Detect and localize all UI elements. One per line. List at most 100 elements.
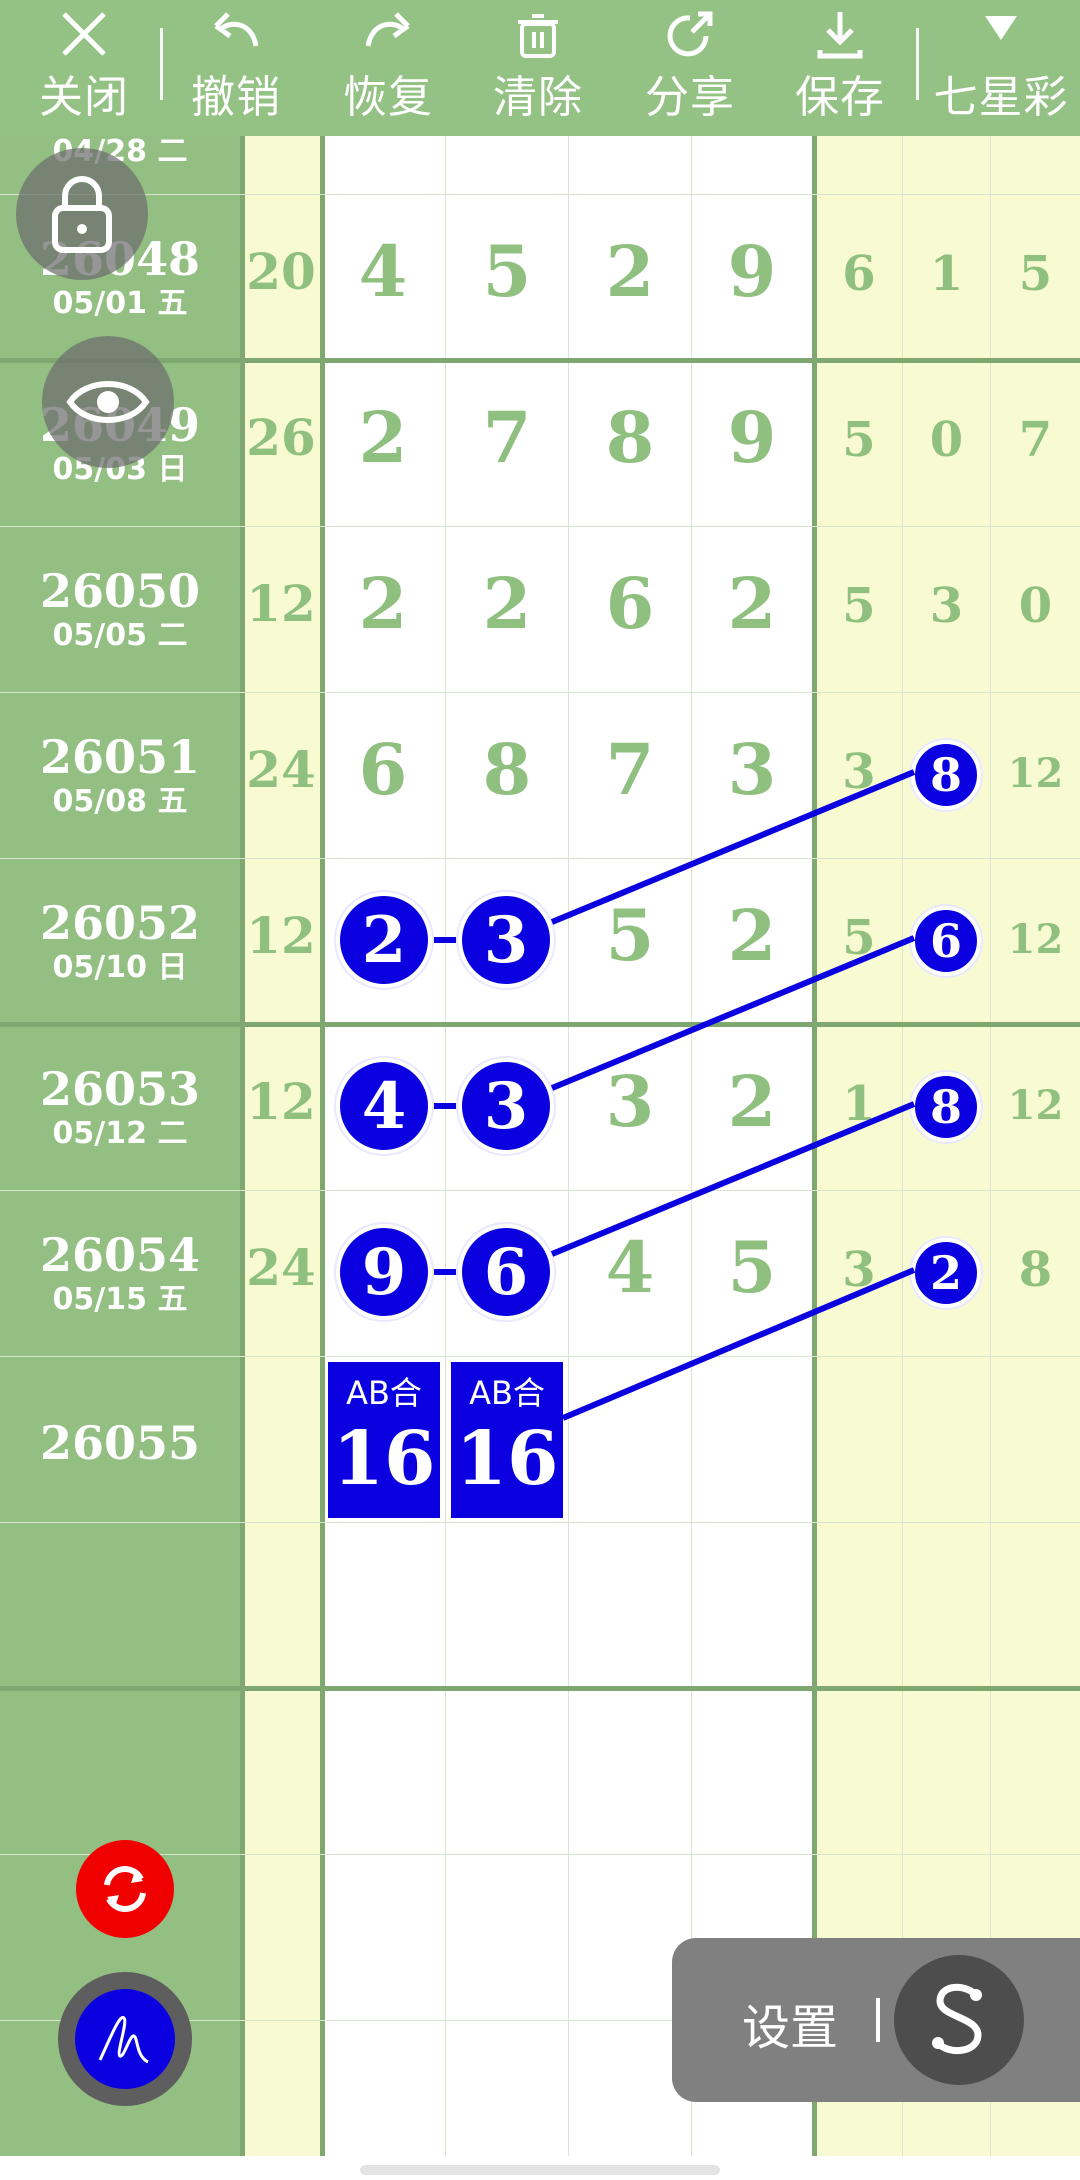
digit-cell[interactable]: 3	[692, 728, 812, 811]
extra-cell[interactable]: 1	[816, 1076, 902, 1132]
share-label: 分享	[645, 72, 735, 123]
period-date: 05/15 五	[52, 1282, 188, 1317]
period-cell: 26052 05/10 日	[0, 896, 240, 986]
digit-cell[interactable]: 7	[446, 396, 568, 479]
ab-sum-box[interactable]: AB合 16	[328, 1362, 440, 1518]
highlight-ball[interactable]: 6	[458, 1224, 554, 1320]
extra-cell[interactable]: 5	[991, 246, 1080, 302]
digit-cell[interactable]: 2	[692, 1060, 812, 1143]
ab-sum-title: AB合	[469, 1374, 545, 1412]
digit-cell[interactable]: 5	[569, 894, 691, 977]
digit-cell[interactable]: 8	[569, 396, 691, 479]
settings-separator	[876, 1998, 880, 2042]
ab-sum-value: 16	[332, 1416, 436, 1502]
undo-button[interactable]: 撤销	[176, 0, 296, 136]
digit-cell[interactable]: 5	[692, 1226, 812, 1309]
extra-cell[interactable]: 3	[816, 1242, 902, 1298]
extra-cell[interactable]: 12	[991, 750, 1080, 797]
digit-cell[interactable]: 4	[569, 1226, 691, 1309]
highlight-ball[interactable]: 2	[336, 892, 432, 988]
settings-bar[interactable]: 设置	[672, 1938, 1080, 2102]
highlight-ball[interactable]: 8	[911, 740, 981, 810]
grid-hline	[0, 526, 1080, 527]
digit-cell[interactable]: 2	[692, 894, 812, 977]
ab-sum-value: 16	[455, 1416, 559, 1502]
highlight-ball[interactable]: 6	[911, 906, 981, 976]
undo-icon	[214, 12, 259, 47]
sum-value: 12	[246, 906, 316, 965]
lottery-selector[interactable]: 七星彩	[926, 0, 1076, 136]
extra-cell[interactable]: 12	[991, 1082, 1080, 1129]
extra-cell[interactable]: 5	[816, 910, 902, 966]
grid-hline	[0, 1522, 1080, 1523]
undo-label: 撤销	[191, 72, 281, 123]
extra-cell[interactable]: 6	[816, 246, 902, 302]
sum-value: 24	[246, 740, 316, 799]
digit-cell[interactable]: 3	[569, 1060, 691, 1143]
save-button[interactable]: 保存	[780, 0, 900, 136]
digit-cell[interactable]: 2	[322, 396, 444, 479]
extra-cell[interactable]: 0	[991, 578, 1080, 634]
digit-cell[interactable]: 2	[692, 562, 812, 645]
close-button[interactable]: 关闭	[24, 0, 144, 136]
save-label: 保存	[795, 72, 885, 123]
digit-cell[interactable]: 6	[569, 562, 691, 645]
period-date: 05/05 二	[52, 618, 188, 653]
extra-cell[interactable]: 3	[903, 578, 990, 634]
clear-label: 清除	[493, 72, 583, 123]
digit-cell[interactable]: 5	[446, 230, 568, 313]
digit-cell[interactable]: 2	[322, 562, 444, 645]
extra-cell[interactable]: 5	[816, 412, 902, 468]
highlight-ball[interactable]: 8	[911, 1072, 981, 1142]
highlight-ball[interactable]: 4	[336, 1058, 432, 1154]
digit-cell[interactable]: 6	[322, 728, 444, 811]
grid-hline	[0, 692, 1080, 693]
period-number: 26050	[39, 564, 201, 618]
redo-icon	[365, 12, 410, 47]
ab-sum-box[interactable]: AB合 16	[451, 1362, 563, 1518]
highlight-ball[interactable]: 3	[458, 1058, 554, 1154]
sum-value: 24	[246, 1238, 316, 1297]
settings-label[interactable]: 设置	[742, 1988, 838, 2058]
lottery-label: 七星彩	[933, 72, 1069, 123]
visibility-button[interactable]	[42, 336, 174, 468]
download-icon	[817, 12, 863, 59]
ball-connector	[434, 1103, 456, 1109]
pen-color-circle	[75, 1989, 175, 2089]
extra-cell[interactable]: 12	[991, 916, 1080, 963]
digit-cell[interactable]: 9	[692, 396, 812, 479]
grid-hline	[0, 194, 1080, 195]
period-date: 05/08 五	[52, 784, 188, 819]
period-number: 26054	[39, 1228, 201, 1282]
digit-cell[interactable]: 2	[446, 562, 568, 645]
lock-button[interactable]	[16, 148, 148, 280]
refresh-button[interactable]	[76, 1840, 174, 1938]
digit-cell[interactable]: 9	[692, 230, 812, 313]
refresh-icon	[104, 1866, 146, 1912]
clear-button[interactable]: 清除	[478, 0, 598, 136]
period-cell: 26053 05/12 二	[0, 1062, 240, 1152]
redo-button[interactable]: 恢复	[328, 0, 448, 136]
period-date: 05/10 日	[52, 950, 188, 985]
extra-cell[interactable]: 8	[991, 1242, 1080, 1298]
extra-cell[interactable]: 0	[903, 412, 990, 468]
grid-hline	[0, 1854, 1080, 1855]
s-button[interactable]	[894, 1955, 1024, 2085]
extra-cell[interactable]: 3	[816, 744, 902, 800]
highlight-ball[interactable]: 3	[458, 892, 554, 988]
home-indicator[interactable]	[360, 2165, 720, 2175]
share-button[interactable]: 分享	[630, 0, 750, 136]
triangle-down-icon	[985, 16, 1017, 40]
extra-cell[interactable]: 5	[816, 578, 902, 634]
redo-label: 恢复	[343, 72, 433, 123]
extra-cell[interactable]: 7	[991, 412, 1080, 468]
digit-cell[interactable]: 8	[446, 728, 568, 811]
share-icon	[667, 11, 713, 57]
digit-cell[interactable]: 7	[569, 728, 691, 811]
extra-cell[interactable]: 1	[903, 246, 990, 302]
digit-cell[interactable]: 2	[569, 230, 691, 313]
highlight-ball[interactable]: 9	[336, 1224, 432, 1320]
pen-button[interactable]	[58, 1972, 192, 2106]
digit-cell[interactable]: 4	[322, 230, 444, 313]
highlight-ball[interactable]: 2	[911, 1238, 981, 1308]
